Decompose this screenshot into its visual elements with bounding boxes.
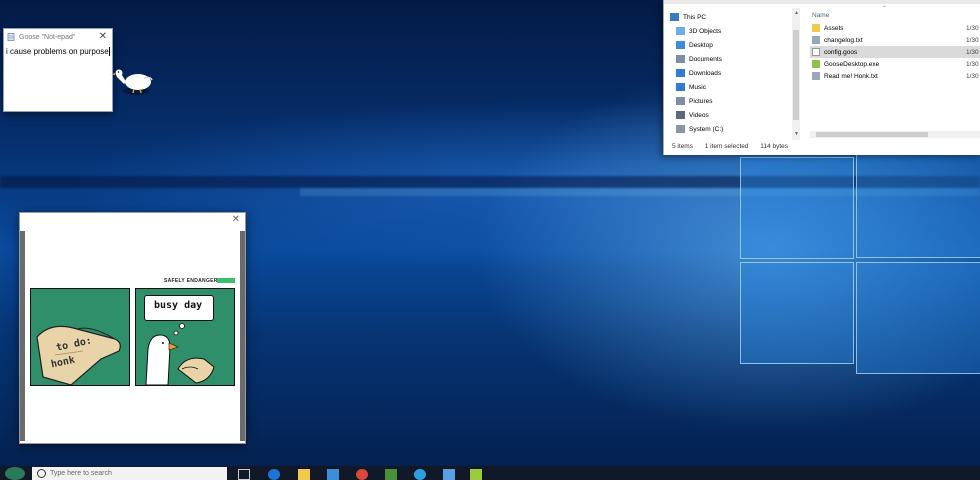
nav-item-music[interactable]: Music [670,80,800,94]
explorer-status-bar: 5 items 1 item selected 114 bytes [672,143,798,150]
file-date: 1/30 [966,48,979,56]
file-row-changelog[interactable]: changelog.txt 1/30 [810,34,980,46]
drive-icon [676,125,685,133]
goose-sprite[interactable] [110,64,155,96]
scrollbar-thumb[interactable] [816,132,928,137]
documents-icon [676,55,685,63]
nav-item-label: Desktop [689,41,713,49]
nav-scrollbar[interactable]: ▲ ▼ [792,8,800,140]
explorer-nav-pane: This PC 3D Objects Desktop Documents Dow… [670,10,800,136]
comic-header-badge [217,278,235,283]
desktop-icon [676,41,685,49]
file-explorer-icon[interactable] [298,469,310,480]
nav-item-downloads[interactable]: Downloads [670,66,800,80]
notepad-titlebar[interactable]: Goose "Not-epad" [4,29,112,45]
app-icon[interactable] [385,469,397,480]
file-date: 1/30 [966,36,979,44]
goose-desktop-taskbar-icon[interactable] [470,469,482,480]
notepad-text: i cause problems on purpose [6,47,109,56]
file-icon [812,48,820,56]
column-header-name[interactable]: Name ⌃ [810,6,980,22]
file-row-config[interactable]: config.goos 1/30 [810,46,980,58]
skype-icon[interactable] [414,469,426,480]
notepad-text-area[interactable]: i cause problems on purpose [4,45,112,58]
goose-exe-icon [812,60,820,68]
explorer-top-edge [664,0,980,4]
nav-item-videos[interactable]: Videos [670,108,800,122]
notepad-icon [7,33,15,41]
status-item-count: 5 items [672,143,693,150]
app-icon[interactable] [443,469,455,480]
sort-chevron-icon: ⌃ [882,6,888,12]
search-icon [37,469,46,478]
file-date: 1/30 [966,60,979,68]
nav-item-desktop[interactable]: Desktop [670,38,800,52]
nav-item-label: Music [689,83,706,91]
file-list-horizontal-scrollbar[interactable] [810,131,980,138]
text-file-icon [812,72,820,80]
file-name: Read me! Honk.txt [824,72,878,80]
file-row-assets[interactable]: Assets 1/30 [810,22,980,34]
text-caret [108,47,110,57]
goose-reading-illustration [145,323,215,385]
explorer-file-list: Name ⌃ Assets 1/30 changelog.txt 1/30 co… [810,6,980,82]
file-name: config.goos [824,48,858,56]
file-row-readme[interactable]: Read me! Honk.txt 1/30 [810,70,980,82]
videos-icon [676,111,685,119]
close-icon[interactable]: ✕ [232,214,240,225]
close-icon[interactable]: ✕ [99,31,107,42]
file-date: 1/30 [966,24,979,32]
nav-item-system-c[interactable]: System (C:) [670,122,800,136]
file-explorer-window[interactable]: This PC 3D Objects Desktop Documents Dow… [663,0,980,155]
file-date: 1/30 [966,72,979,80]
nav-item-label: Downloads [689,69,722,77]
nav-item-label: System (C:) [689,125,724,133]
nav-item-documents[interactable]: Documents [670,52,800,66]
nav-item-label: Pictures [689,97,713,105]
scrollbar-thumb[interactable] [793,30,799,120]
comic-panel-1: to do: honk [30,288,130,386]
nav-item-label: 3D Objects [689,27,722,35]
computer-icon [670,13,679,21]
file-name: Assets [824,24,844,32]
status-selected: 1 item selected [704,143,749,150]
nav-item-this-pc[interactable]: This PC [670,10,800,24]
nav-item-3d-objects[interactable]: 3D Objects [670,24,800,38]
notepad-title: Goose "Not-epad" [19,33,76,41]
music-icon [676,83,685,91]
comic-panel-2: busy day [135,288,235,386]
nav-item-label: Videos [689,111,709,119]
comic-border-left [20,231,25,441]
taskbar-search-box[interactable]: Type here to search [32,467,227,480]
text-file-icon [812,36,820,44]
file-row-goose-exe[interactable]: GooseDesktop.exe 1/30 [810,58,980,70]
search-placeholder: Type here to search [50,470,112,477]
start-button[interactable] [5,467,25,480]
comic-image-window[interactable]: ✕ SAFELY ENDANGERED to do: honk busy day [19,212,246,444]
taskbar: Type here to search [0,466,980,480]
downloads-icon [676,69,685,77]
chrome-icon[interactable] [356,469,368,480]
nav-item-label: Documents [689,55,722,63]
file-name: GooseDesktop.exe [824,60,880,68]
comic-border-right [240,231,245,441]
task-view-icon[interactable] [238,469,250,480]
pictures-icon [676,97,685,105]
status-size: 114 bytes [760,143,789,150]
nav-item-label: This PC [683,13,707,21]
edge-browser-icon[interactable] [268,469,280,480]
scroll-down-icon[interactable]: ▼ [794,131,799,137]
scroll-up-icon[interactable]: ▲ [794,10,799,16]
notepad-window[interactable]: Goose "Not-epad" ✕ i cause problems on p… [3,28,113,112]
file-name: changelog.txt [824,36,863,44]
folder-icon [812,24,820,32]
store-icon[interactable] [327,469,339,480]
nav-item-pictures[interactable]: Pictures [670,94,800,108]
cube-icon [676,27,685,35]
